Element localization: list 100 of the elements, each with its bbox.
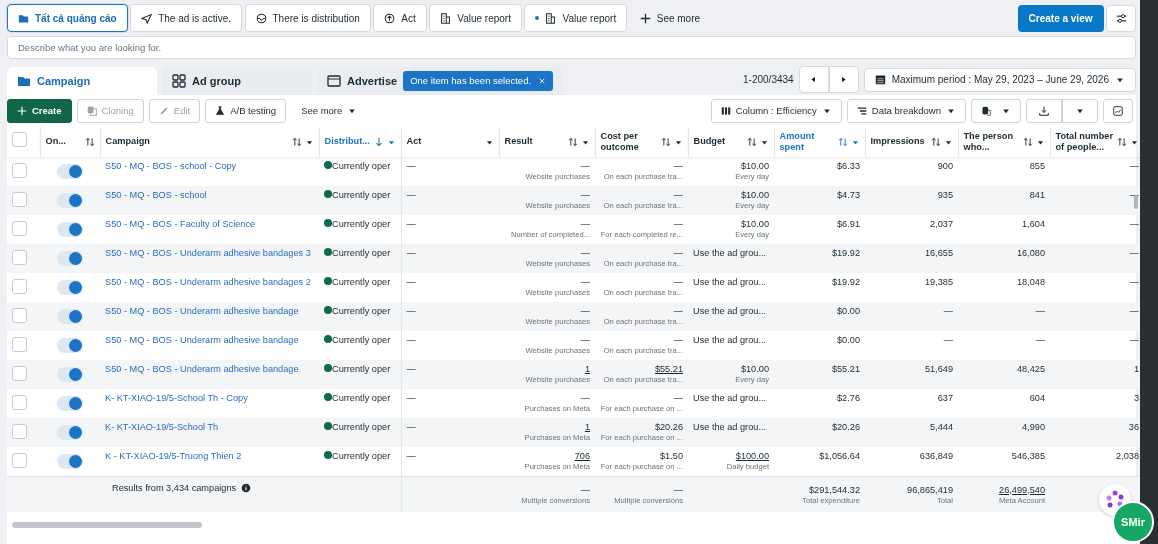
selection-badge[interactable]: One item has been selected.: [403, 70, 554, 92]
column-header[interactable]: Distribut...: [324, 136, 371, 148]
toggle-switch[interactable]: [57, 309, 83, 324]
toggle-switch[interactable]: [57, 280, 83, 295]
sort-icon: [291, 137, 302, 147]
level-tab[interactable]: Campaign: [7, 67, 157, 95]
see-more-button[interactable]: See more: [629, 4, 711, 32]
table-cell-text: 2,037: [929, 219, 953, 231]
row-checkbox[interactable]: [12, 453, 27, 468]
close-icon: [538, 77, 547, 85]
download-menu-button[interactable]: [1062, 99, 1098, 123]
cell-value: —: [672, 161, 683, 173]
create-view-button[interactable]: Create a view: [1017, 4, 1104, 32]
table-cell-text: 48,425: [1015, 364, 1045, 376]
toggle-switch[interactable]: [57, 222, 83, 237]
campaign-link[interactable]: S50 - MQ - BOS - school - Copy: [105, 161, 314, 173]
toolbar-button[interactable]: Create: [7, 99, 72, 123]
toggle-switch[interactable]: [57, 251, 83, 266]
cell-value: $10.00: [739, 219, 769, 231]
campaign-link[interactable]: S50 - MQ - BOS - Underarm adhesive bandage: [105, 335, 314, 347]
date-range-button[interactable]: Maximum period : May 29, 2023 – June 29, 2026: [863, 67, 1136, 92]
column-header[interactable]: Campaign: [105, 136, 289, 148]
table-cell-text: 636,849: [918, 451, 953, 463]
column-header[interactable]: Act: [406, 136, 482, 148]
row-checkbox[interactable]: [12, 366, 27, 381]
toggle-switch[interactable]: [57, 396, 83, 411]
filter-tab[interactable]: Act: [373, 4, 427, 32]
campaign-link[interactable]: S50 - MQ - BOS - Underarm adhesive bandages 2: [105, 277, 314, 289]
campaign-link[interactable]: K- KT-XIAO-19/5-School Th - Copy: [105, 393, 314, 405]
level-tab[interactable]: Advertise One item has been selected.: [317, 67, 564, 95]
level-tab[interactable]: Ad group: [162, 67, 312, 95]
campaign-link[interactable]: K - KT-XIAO-19/5-Truong Thien 2: [105, 451, 314, 463]
table-cell-text: —: [1034, 306, 1045, 318]
row-checkbox[interactable]: [12, 192, 27, 207]
table-cell-text: $1,056.64: [818, 451, 860, 463]
status-text: Currently oper: [332, 190, 391, 200]
view-menu-button[interactable]: Column : Efficiency: [710, 99, 842, 123]
toolbar-button[interactable]: A/B testing: [205, 99, 287, 123]
table-cell-text: $20.26: [830, 422, 860, 434]
table-cell-text: $4.73: [836, 190, 860, 202]
toggle-switch[interactable]: [57, 367, 83, 382]
database-menu-button[interactable]: [971, 99, 1021, 123]
table-cell-text: $19.92: [830, 277, 860, 289]
row-checkbox[interactable]: [12, 163, 27, 178]
previous-page-button[interactable]: [798, 66, 829, 93]
cell-value: $1.50: [659, 451, 683, 463]
search-field[interactable]: Describe what you are looking for.: [7, 36, 1136, 59]
table-cell-text: —: [406, 422, 417, 434]
column-header[interactable]: Total number of people...: [1055, 130, 1114, 154]
toggle-switch[interactable]: [57, 454, 83, 469]
cell-value: —: [579, 161, 590, 173]
row-checkbox[interactable]: [12, 221, 27, 236]
horizontal-scrollbar[interactable]: [12, 522, 202, 528]
row-checkbox[interactable]: [12, 308, 27, 323]
vertical-scrollbar[interactable]: [1134, 195, 1138, 209]
table-cell-text: $6.91: [836, 219, 860, 231]
column-header[interactable]: The person who...: [963, 130, 1020, 154]
next-page-button[interactable]: [828, 66, 859, 93]
download-button[interactable]: [1026, 99, 1062, 123]
toggle-switch[interactable]: [57, 164, 83, 179]
cell-value: Use the ad grou...: [693, 393, 768, 405]
row-checkbox[interactable]: [12, 424, 27, 439]
toggle-switch[interactable]: [57, 338, 83, 353]
chart-button[interactable]: [1103, 99, 1133, 123]
column-header[interactable]: Budget: [693, 136, 744, 148]
table-cell-text: —: [406, 306, 417, 318]
status-text: Currently oper: [332, 306, 391, 316]
status-text: Currently oper: [332, 248, 391, 258]
cell-value: —: [672, 484, 683, 496]
campaign-link[interactable]: S50 - MQ - BOS - Faculty of Science: [105, 219, 314, 231]
column-header[interactable]: Cost per outcome: [600, 130, 658, 154]
filter-tab[interactable]: Tất cả quảng cáo: [7, 4, 128, 32]
table-cell-text: $0.00: [836, 306, 860, 318]
sort-icon: [930, 137, 941, 147]
settings-button[interactable]: [1106, 4, 1136, 32]
table-cell-text: $0.00: [836, 335, 860, 347]
column-header[interactable]: Amount spent: [779, 130, 835, 154]
view-menu-button[interactable]: Data breakdown: [846, 99, 966, 123]
column-header[interactable]: Result: [504, 136, 565, 148]
status-dot: [324, 219, 332, 227]
table-cell-text: 3: [1132, 393, 1139, 405]
cell-value: $10.00: [739, 161, 769, 173]
table-cell-text: 2,038: [1115, 451, 1139, 463]
row-checkbox[interactable]: [12, 337, 27, 352]
filter-tab[interactable]: Value report: [524, 4, 628, 32]
toggle-switch[interactable]: [57, 193, 83, 208]
row-checkbox[interactable]: [12, 395, 27, 410]
moretoolbar-button[interactable]: See more: [291, 99, 368, 123]
filter-tab[interactable]: The ad is active.: [130, 4, 242, 32]
plus-icon: [17, 106, 27, 116]
filter-tab[interactable]: There is distribution: [244, 4, 371, 32]
row-checkbox[interactable]: [12, 279, 27, 294]
column-header[interactable]: Impressions: [870, 136, 928, 148]
cell-value: —: [579, 248, 590, 260]
row-checkbox[interactable]: [12, 250, 27, 265]
select-all-checkbox[interactable]: [12, 132, 27, 148]
filter-tab[interactable]: Value report: [429, 4, 522, 32]
breakdown-icon: [856, 106, 867, 116]
toggle-switch[interactable]: [57, 425, 83, 440]
column-header[interactable]: On...: [45, 136, 82, 148]
